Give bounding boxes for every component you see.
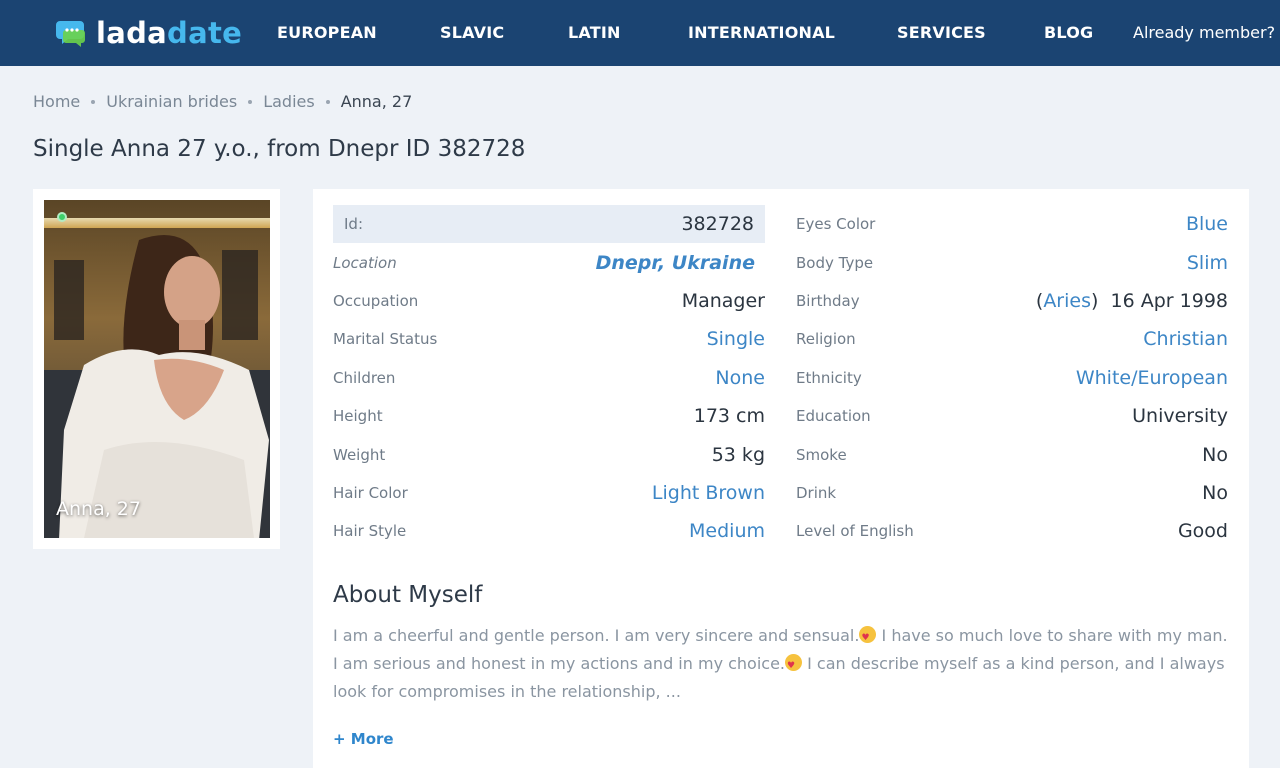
nav-european[interactable]: EUROPEAN (277, 23, 377, 42)
detail-label: Weight (333, 445, 386, 464)
detail-row-religion: Religion Christian (796, 320, 1228, 358)
nav-services[interactable]: SERVICES (897, 23, 986, 42)
detail-value: 173 cm (693, 405, 765, 428)
online-status-indicator (57, 212, 67, 222)
profile-photo[interactable]: Anna, 27 (44, 200, 270, 538)
detail-value-link[interactable]: None (715, 367, 765, 389)
about-text: I am a cheerful and gentle person. I am … (333, 622, 1233, 706)
profile-photo-card: Anna, 27 (33, 189, 280, 549)
breadcrumb-separator (325, 99, 330, 104)
detail-row-occupation: Occupation Manager (333, 282, 765, 320)
detail-value: 53 kg (711, 443, 765, 466)
nav-blog[interactable]: BLOG (1044, 23, 1093, 42)
detail-value-link[interactable]: Medium (689, 520, 765, 542)
detail-label: Hair Style (333, 522, 407, 541)
detail-value: No (1202, 443, 1228, 466)
photo-caption: Anna, 27 (56, 498, 141, 520)
birthday-value: (Aries) 16 Apr 1998 (1035, 289, 1228, 312)
profile-details-right: Eyes Color Blue Body Type Slim Birthday … (796, 205, 1228, 551)
detail-row-height: Height 173 cm (333, 397, 765, 435)
site-logo[interactable]: ladadate (56, 14, 242, 52)
detail-row-hair-style: Hair Style Medium (333, 512, 765, 550)
nav-latin[interactable]: LATIN (568, 23, 621, 42)
detail-row-smoke: Smoke No (796, 435, 1228, 473)
detail-row-marital-status: Marital Status Single (333, 320, 765, 358)
heart-eyes-emoji-icon (859, 624, 877, 652)
nav-international[interactable]: INTERNATIONAL (688, 23, 835, 42)
zodiac-link[interactable]: Aries (1043, 290, 1091, 312)
detail-row-eyes-color: Eyes Color Blue (796, 205, 1228, 243)
breadcrumb-home[interactable]: Home (33, 92, 80, 111)
smiling-hearts-emoji-icon (785, 652, 803, 680)
detail-value: Manager (681, 289, 765, 312)
detail-row-ethnicity: Ethnicity White/European (796, 359, 1228, 397)
detail-label: Location (333, 253, 397, 272)
profile-details-left: Id: 382728 Location Dnepr, Ukraine Occup… (333, 205, 765, 551)
breadcrumb: Home Ukrainian brides Ladies Anna, 27 (33, 92, 412, 111)
detail-row-drink: Drink No (796, 474, 1228, 512)
detail-value: Good (1177, 520, 1228, 543)
detail-row-body-type: Body Type Slim (796, 243, 1228, 281)
detail-value-link[interactable]: Christian (1143, 328, 1228, 350)
detail-value-link[interactable]: Slim (1187, 252, 1228, 274)
detail-row-birthday: Birthday (Aries) 16 Apr 1998 (796, 282, 1228, 320)
detail-row-education: Education University (796, 397, 1228, 435)
detail-value: No (1202, 481, 1228, 504)
detail-label: Children (333, 368, 396, 387)
breadcrumb-current: Anna, 27 (340, 92, 413, 111)
detail-value-link[interactable]: Blue (1186, 213, 1228, 235)
brand-name: ladadate (96, 16, 243, 50)
detail-label: Occupation (333, 291, 419, 310)
detail-label: Level of English (796, 522, 914, 541)
detail-label: Body Type (796, 253, 874, 272)
breadcrumb-ladies[interactable]: Ladies (263, 92, 315, 111)
detail-label: Drink (796, 483, 837, 502)
detail-label: Smoke (796, 445, 847, 464)
detail-row-id: Id: 382728 (333, 205, 765, 244)
about-title: About Myself (333, 582, 483, 608)
detail-label: Id: (344, 215, 363, 234)
detail-label: Birthday (796, 291, 860, 310)
detail-row-hair-color: Hair Color Light Brown (333, 474, 765, 512)
detail-row-weight: Weight 53 kg (333, 435, 765, 473)
detail-value: University (1132, 405, 1228, 428)
detail-row-english-level: Level of English Good (796, 512, 1228, 550)
detail-label: Education (796, 407, 871, 426)
nav-slavic[interactable]: SLAVIC (440, 23, 504, 42)
detail-row-location: Location Dnepr, Ukraine (333, 243, 765, 281)
detail-label: Religion (796, 330, 856, 349)
detail-label: Eyes Color (796, 215, 876, 234)
breadcrumb-ukrainian-brides[interactable]: Ukrainian brides (106, 92, 237, 111)
detail-row-children: Children None (333, 359, 765, 397)
detail-value-link[interactable]: Light Brown (652, 482, 765, 504)
detail-value-link[interactable]: Single (707, 328, 765, 350)
birthday-date: 16 Apr 1998 (1110, 289, 1228, 312)
detail-label: Marital Status (333, 330, 438, 349)
breadcrumb-separator (248, 99, 253, 104)
profile-photo-image (44, 200, 270, 538)
location-link[interactable]: Dnepr, Ukraine (596, 252, 755, 274)
login-link[interactable]: Already member? (1133, 23, 1275, 42)
more-button[interactable]: + More (333, 730, 394, 748)
site-header: ladadate EUROPEAN SLAVIC LATIN INTERNATI… (0, 0, 1280, 66)
page-title: Single Anna 27 y.o., from Dnepr ID 38272… (33, 136, 526, 162)
detail-value-link[interactable]: White/European (1076, 367, 1228, 389)
chat-bubble-logo-icon (56, 21, 85, 47)
detail-value: 382728 (681, 213, 754, 236)
detail-label: Ethnicity (796, 368, 862, 387)
breadcrumb-separator (91, 99, 96, 104)
detail-label: Height (333, 407, 383, 426)
detail-label: Hair Color (333, 483, 408, 502)
profile-details-card: Id: 382728 Location Dnepr, Ukraine Occup… (313, 189, 1249, 768)
